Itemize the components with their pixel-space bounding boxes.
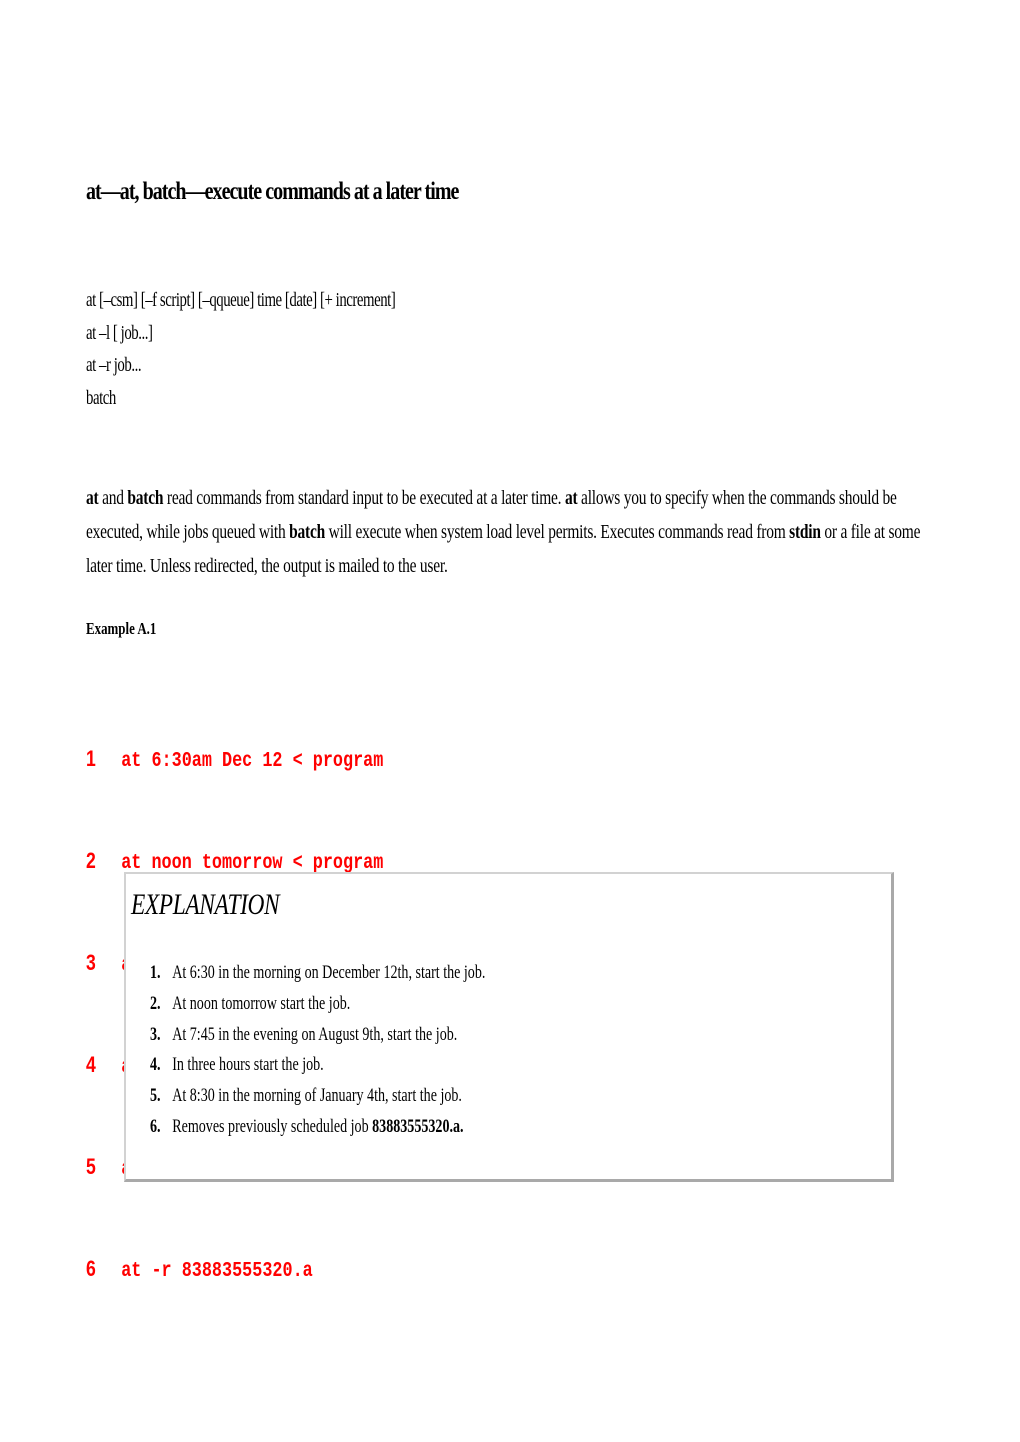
code-line-number: 4: [86, 1052, 96, 1077]
explanation-item: 5. At 8:30 in the morning of January 4th,…: [150, 1081, 485, 1112]
synopsis-line: at [–csm] [–f script] [–qqueue] time [da…: [86, 289, 396, 311]
explanation-item-text: At 6:30 in the morning on December 12th,…: [172, 962, 486, 983]
description-bold: at: [86, 487, 99, 509]
page-title: at—at, batch—execute commands at a later…: [86, 178, 459, 205]
description-bold: batch: [289, 521, 325, 543]
explanation-item-number: 3.: [150, 1023, 161, 1045]
explanation-item-text: At noon tomorrow start the job.: [172, 992, 351, 1014]
explanation-item-number: 4.: [150, 1054, 161, 1076]
code-line: 1 at 6:30am Dec 12 < program: [86, 742, 414, 778]
description-bold: batch: [127, 487, 164, 509]
explanation-item-text: At 8:30 in the morning of January 4th, s…: [172, 1085, 462, 1107]
explanation-item: 3. At 7:45 in the evening on August 9th, …: [150, 1020, 485, 1051]
description-text: read commands from standard input to be …: [163, 487, 565, 509]
explanation-item-number: 6.: [150, 1115, 161, 1137]
code-line-number: 1: [86, 746, 96, 771]
description-bold: stdin: [789, 521, 821, 543]
code-line-number: 6: [86, 1256, 96, 1281]
job-id: 83883555320.a.: [372, 1115, 464, 1137]
description-text: will execute when system load level perm…: [324, 521, 790, 543]
synopsis-line: batch: [86, 386, 116, 409]
explanation-item-text: At 7:45 in the evening on August 9th, st…: [172, 1023, 458, 1045]
explanation-item: 4. In three hours start the job.: [150, 1050, 485, 1081]
explanation-item-number: 1.: [150, 962, 161, 983]
description-bold: at: [564, 487, 578, 509]
explanation-box: EXPLANATION 1. At 6:30 in the morning on …: [124, 872, 894, 1182]
explanation-item-text: Removes previously scheduled job: [172, 1115, 373, 1137]
explanation-heading: EXPLANATION: [131, 888, 280, 921]
description-paragraph: at and batch read commands from standard…: [86, 481, 932, 583]
synopsis-line: at –r job...: [86, 354, 142, 376]
code-text: at 6:30am Dec 12 < program: [121, 750, 384, 773]
code-line: 6 at -r 83883555320.a: [86, 1252, 414, 1288]
synopsis: at [–csm] [–f script] [–qqueue] time [da…: [86, 284, 396, 414]
explanation-item-text: In three hours start the job.: [172, 1054, 324, 1076]
explanation-list: 1. At 6:30 in the morning on December 12t…: [150, 958, 485, 1143]
explanation-item: 1. At 6:30 in the morning on December 12t…: [150, 958, 485, 989]
code-line-number: 5: [86, 1154, 96, 1179]
synopsis-line: at –l [ job...]: [86, 321, 153, 344]
explanation-item-number: 5.: [150, 1085, 161, 1107]
description-text: and: [98, 487, 128, 509]
example-label: Example A.1: [86, 619, 157, 638]
code-text: at -r 83883555320.a: [121, 1260, 313, 1283]
explanation-item: 6. Removes previously scheduled job 83883…: [150, 1112, 485, 1143]
explanation-item: 2. At noon tomorrow start the job.: [150, 989, 485, 1020]
explanation-item-number: 2.: [150, 992, 161, 1014]
code-line-number: 3: [86, 950, 96, 975]
code-line-number: 2: [86, 848, 96, 873]
